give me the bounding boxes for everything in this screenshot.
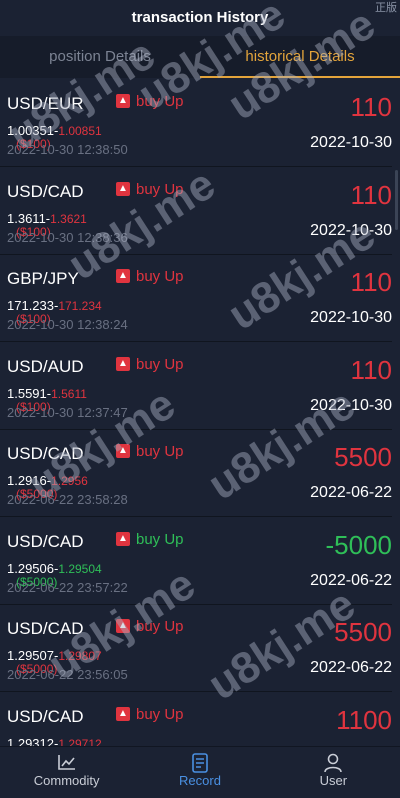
close-price: 171.234 bbox=[58, 299, 102, 313]
price-range: 1.29312-1.29712 bbox=[7, 736, 102, 747]
nav-user-label: User bbox=[319, 773, 348, 788]
direction-label: buy Up bbox=[136, 443, 184, 460]
arrow-up-icon: ▲ bbox=[116, 94, 130, 108]
document-icon bbox=[192, 753, 208, 773]
trade-time: 2022-06-22 23:56:05 bbox=[7, 667, 128, 682]
currency-pair: USD/CAD bbox=[7, 619, 84, 638]
price-range: 1.2916-1.2956 bbox=[7, 473, 88, 488]
arrow-up-icon: ▲ bbox=[116, 706, 130, 721]
profit-loss: 1100 bbox=[336, 704, 392, 735]
close-price: 1.29504 bbox=[58, 561, 102, 576]
record-row[interactable]: USD/EUR ▲ buy Up 1.00351-1.00851 ($100) 2022-… bbox=[0, 80, 392, 167]
close-price: 1.5611 bbox=[51, 386, 87, 401]
currency-pair: USD/CAD bbox=[7, 531, 84, 551]
page-title: transaction History bbox=[131, 9, 269, 26]
trade-time: 2022-10-30 12:38:24 bbox=[7, 317, 128, 332]
close-price: 1.29807 bbox=[58, 649, 102, 663]
transaction-list[interactable]: USD/EUR ▲ buy Up 1.00351-1.00851 ($100) 2022-… bbox=[0, 80, 400, 746]
corner-label: 正版 bbox=[375, 2, 397, 14]
trade-time: 2022-06-22 23:57:22 bbox=[7, 579, 128, 595]
record-row[interactable]: USD/AUD ▲ buy Up 1.5591-1.5611 ($100) 2022-10… bbox=[0, 342, 392, 430]
nav-record[interactable]: Record bbox=[133, 747, 266, 798]
arrow-up-icon: ▲ bbox=[116, 444, 130, 458]
profit-loss: 110 bbox=[350, 92, 392, 122]
settle-date: 2022-06-22 bbox=[310, 484, 392, 501]
settle-date: 2022-10-30 bbox=[310, 396, 392, 414]
close-price: 1.00851 bbox=[58, 124, 102, 138]
currency-pair: GBP/JPY bbox=[7, 269, 79, 288]
direction-label: buy Up bbox=[136, 93, 184, 110]
trade-time: 2022-10-30 12:38:36 bbox=[7, 229, 128, 245]
price-range: 171.233-171.234 bbox=[7, 298, 102, 313]
profit-loss: 110 bbox=[350, 267, 392, 297]
open-price: 1.2916- bbox=[7, 473, 52, 488]
price-range: 1.29507-1.29807 bbox=[7, 648, 102, 663]
open-price: 1.3611- bbox=[7, 210, 51, 226]
settle-date: 2022-06-22 bbox=[310, 571, 392, 589]
arrow-up-icon: ▲ bbox=[116, 619, 130, 633]
currency-pair: USD/CAD bbox=[7, 706, 84, 726]
arrow-up-icon: ▲ bbox=[116, 269, 130, 283]
nav-user[interactable]: User bbox=[267, 747, 400, 798]
profit-loss: 5500 bbox=[334, 442, 392, 472]
open-price: 171.233- bbox=[7, 298, 59, 313]
direction-label: buy Up bbox=[136, 268, 184, 285]
scrollbar[interactable] bbox=[395, 170, 398, 230]
price-range: 1.5591-1.5611 bbox=[7, 386, 87, 401]
settle-date: 2022-10-30 bbox=[310, 134, 392, 151]
nav-commodity-label: Commodity bbox=[33, 773, 100, 788]
record-row[interactable]: USD/CAD ▲ buy Up 1.29506-1.29504 ($5000) 2022… bbox=[0, 517, 393, 605]
trade-time: 2022-10-30 12:37:47 bbox=[7, 404, 128, 420]
chart-icon bbox=[57, 755, 75, 770]
app-header: transaction History 正版 bbox=[0, 0, 400, 36]
open-price: 1.29506- bbox=[7, 560, 59, 576]
settle-date: 2022-10-30 bbox=[310, 309, 392, 326]
record-row[interactable]: USD/CAD ▲ buy Up 1.2916-1.2956 ($5000) 2022-0… bbox=[0, 430, 392, 517]
open-price: 1.5591- bbox=[7, 385, 52, 401]
tab-position-details[interactable]: position Details bbox=[0, 36, 200, 78]
direction-label: buy Up bbox=[136, 180, 184, 198]
arrow-up-icon: ▲ bbox=[116, 531, 130, 546]
currency-pair: USD/EUR bbox=[7, 94, 84, 113]
record-row[interactable]: USD/CAD ▲ buy Up 1.29507-1.29807 ($5000) 2022… bbox=[0, 605, 392, 692]
record-row[interactable]: USD/CAD ▲ buy Up 1.29312-1.29712 1100 bbox=[0, 692, 392, 747]
tab-historical-details[interactable]: historical Details bbox=[200, 36, 400, 78]
profit-loss: -5000 bbox=[325, 529, 393, 560]
currency-pair: USD/CAD bbox=[7, 444, 84, 463]
price-range: 1.00351-1.00851 bbox=[7, 123, 102, 138]
close-price: 1.3621 bbox=[50, 211, 87, 226]
profit-loss: 5500 bbox=[334, 617, 392, 647]
direction-label: buy Up bbox=[136, 355, 184, 373]
profit-loss: 110 bbox=[350, 354, 392, 385]
currency-pair: USD/AUD bbox=[7, 356, 84, 376]
nav-record-label: Record bbox=[179, 773, 221, 788]
profit-loss: 110 bbox=[350, 179, 392, 210]
arrow-up-icon: ▲ bbox=[116, 181, 130, 196]
settle-date: 2022-06-22 bbox=[310, 659, 392, 676]
nav-commodity[interactable]: Commodity bbox=[0, 747, 133, 798]
direction-label: buy Up bbox=[136, 530, 184, 548]
tab-bar: position Details historical Details bbox=[0, 36, 400, 78]
trade-time: 2022-06-22 23:58:28 bbox=[7, 492, 128, 507]
price-range: 1.29506-1.29504 bbox=[7, 561, 102, 576]
open-price: 1.29507- bbox=[7, 648, 59, 663]
settle-date: 2022-10-30 bbox=[310, 221, 392, 239]
open-price: 1.29312- bbox=[7, 735, 59, 747]
record-row[interactable]: USD/CAD ▲ buy Up 1.3611-1.3621 ($100) 2022-10… bbox=[0, 167, 392, 255]
direction-label: buy Up bbox=[136, 618, 184, 635]
trade-time: 2022-10-30 12:38:50 bbox=[7, 142, 128, 157]
arrow-up-icon: ▲ bbox=[116, 356, 130, 371]
currency-pair: USD/CAD bbox=[7, 181, 84, 201]
close-price: 1.2956 bbox=[51, 474, 88, 488]
record-row[interactable]: GBP/JPY ▲ buy Up 171.233-171.234 ($100) 2022-… bbox=[0, 255, 392, 342]
price-range: 1.3611-1.3621 bbox=[7, 211, 87, 226]
open-price: 1.00351- bbox=[7, 123, 59, 138]
close-price: 1.29712 bbox=[58, 736, 102, 747]
bottom-nav: Commodity Record User bbox=[0, 746, 400, 798]
direction-label: buy Up bbox=[136, 705, 184, 723]
user-icon bbox=[324, 753, 343, 773]
